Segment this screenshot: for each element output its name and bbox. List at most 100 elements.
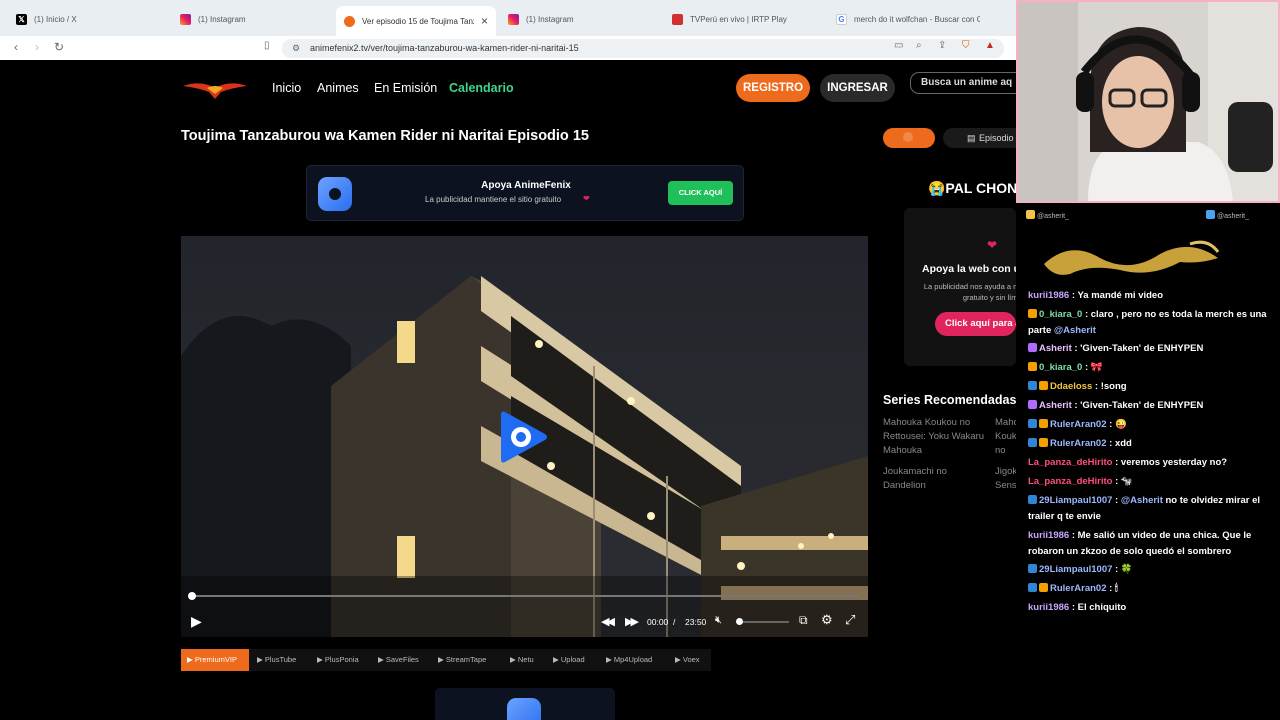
site-settings-icon[interactable]: ⚙ (292, 39, 300, 58)
server-netu[interactable]: ▶ Netu (510, 649, 534, 671)
chat-message: Asherit : 'Given-Taken' de ENHYPEN (1028, 341, 1280, 357)
server-voex[interactable]: ▶ Voex (675, 649, 700, 671)
chat-username: La_panza_deHirito (1028, 457, 1113, 468)
rewind-icon[interactable]: ◀◀ (601, 615, 615, 628)
chat-message: La_panza_deHirito : 🐄 (1028, 474, 1280, 490)
chat-username: kurii1986 (1028, 530, 1070, 541)
tab-tvperu[interactable]: TVPerú en vivo | IRTP Play (664, 6, 819, 32)
search-input[interactable]: Busca un anime aq (910, 72, 1016, 94)
chat-text: : veremos yesterday no? (1115, 457, 1228, 468)
progress-handle[interactable] (188, 592, 196, 600)
share-icon[interactable]: ⇪ (938, 40, 946, 51)
nav-calendario[interactable]: Calendario (449, 81, 514, 95)
login-button[interactable]: INGRESAR (820, 74, 895, 102)
close-icon[interactable]: × (481, 14, 488, 28)
recommended-item[interactable]: Jigoku Sensei Nube OVA (995, 465, 1016, 495)
prime-badge-icon (1028, 583, 1037, 592)
time-current: 00:00 (647, 617, 669, 627)
server-premiumvip[interactable]: ▶ PremiumVIP (181, 649, 249, 671)
support-text: La publicidad nos ayuda a mantener el si… (923, 282, 1016, 302)
instagram-icon (508, 13, 519, 25)
popout-icon[interactable]: ⧉ (799, 613, 808, 628)
zoom-icon[interactable]: ⌕ (916, 40, 922, 51)
bookmark-icon[interactable]: ▯ (264, 40, 270, 51)
server-label: PremiumVIP (194, 655, 237, 664)
prime-badge-icon (1028, 381, 1037, 390)
chat-mention: @Asherit (1053, 325, 1096, 336)
prime-badge-icon (1028, 564, 1037, 573)
recommended-item[interactable]: Mahouka Koukou no Rettousei: Yoku Wakaru… (883, 416, 991, 458)
stream-chat-overlay: @asherit_ @asherit_ kurii1986 : Ya mandé… (1016, 204, 1280, 720)
chat-username: RulerAran02 (1050, 583, 1107, 594)
tab-instagram[interactable]: (1) Instagram (172, 6, 327, 32)
chat-text: : 'Given-Taken' de ENHYPEN (1074, 400, 1204, 411)
support-button[interactable]: Click aquí para apoyar (935, 312, 1016, 336)
play-icon[interactable]: ▶ (191, 613, 202, 630)
nav-inicio[interactable]: Inicio (272, 81, 301, 95)
chat-message: RulerAran02 : xdd (1028, 436, 1280, 452)
broadcaster-badge-icon (1028, 343, 1037, 352)
brave-shield-icon[interactable]: ⛉ (962, 40, 970, 51)
heart-icon: ❤ (583, 194, 590, 203)
chat-text: : 🍀 (1115, 564, 1133, 575)
recommended-item[interactable]: Joukamachi no Dandelion (883, 465, 983, 493)
tab-x[interactable]: 𝕏 (1) Inicio / X (8, 6, 158, 32)
nav-en-emision[interactable]: En Emisión (374, 81, 437, 95)
pal-chon-heading: 😭PAL CHON (928, 180, 1016, 196)
reload-icon[interactable]: ↻ (54, 40, 64, 54)
prev-episode-button[interactable] (883, 128, 935, 148)
prime-badge-icon (1028, 438, 1037, 447)
chat-message: kurii1986 : Me salió un video de una chi… (1028, 528, 1280, 560)
broadcaster-badge-icon (1028, 400, 1037, 409)
sub-badge-icon (1039, 583, 1048, 592)
play-small-icon: ▶ (510, 655, 518, 664)
register-button[interactable]: REGISTRO (736, 74, 810, 102)
sub-badge-icon (1028, 309, 1037, 318)
server-plusponia[interactable]: ▶ PlusPonia (317, 649, 359, 671)
tab-instagram-2[interactable]: (1) Instagram (500, 6, 655, 32)
brave-rewards-icon[interactable]: ▲ (985, 40, 995, 51)
ad-click-button[interactable]: CLICK AQUÍ (668, 181, 733, 205)
play-small-icon: ▶ (317, 655, 325, 664)
video-player[interactable]: ▶ ◀◀ ▶▶ 00:00 / 23:50 🔇︎ ⧉ ⚙ ⤢ (181, 236, 868, 637)
chat-message: Asherit : 'Given-Taken' de ENHYPEN (1028, 398, 1280, 414)
play-small-icon: ▶ (378, 655, 386, 664)
browser-tab-bar: 𝕏 (1) Inicio / X (1) Instagram Ver episo… (0, 0, 1016, 36)
forward-icon[interactable]: › (35, 40, 39, 54)
server-streamtape[interactable]: ▶ StreamTape (438, 649, 486, 671)
chat-text: : El chiquito (1071, 602, 1127, 613)
sub-badge-icon (1028, 362, 1037, 371)
back-icon[interactable]: ‹ (14, 40, 18, 54)
sub-badge-icon (1039, 419, 1048, 428)
url-text: animefenix2.tv/ver/toujima-tanzaburou-wa… (310, 43, 579, 53)
server-mp4upload[interactable]: ▶ Mp4Upload (606, 649, 652, 671)
episodes-button[interactable]: ▤ Episodio (943, 128, 1016, 148)
server-savefiles[interactable]: ▶ SaveFiles (378, 649, 419, 671)
animefenix-logo[interactable] (181, 80, 249, 100)
time-total: 23:50 (685, 617, 707, 627)
server-upload[interactable]: ▶ Upload (553, 649, 585, 671)
volume-handle[interactable] (736, 618, 743, 625)
heart-icon: ❤ (987, 238, 998, 252)
tab-label: (1) Instagram (198, 14, 246, 24)
volume-slider[interactable] (737, 621, 789, 623)
settings-gear-icon[interactable]: ⚙ (821, 612, 833, 628)
server-plustube[interactable]: ▶ PlusTube (257, 649, 296, 671)
recommended-item[interactable]: Mahouka Koukou no Rettousei: Yoku Wakaru… (995, 416, 1016, 458)
tab-animefenix-active[interactable]: Ver episodio 15 de Toujima Tanz × (336, 6, 496, 36)
fullscreen-icon[interactable]: ⤢ (845, 612, 855, 628)
sub-badge-icon (1039, 438, 1048, 447)
tab-google[interactable]: G merch do it wolfchan - Buscar con G (828, 6, 988, 32)
server-label: Upload (560, 655, 585, 664)
mute-icon[interactable]: 🔇︎ (715, 614, 722, 627)
play-small-icon: ▶ (675, 655, 683, 664)
progress-bar[interactable] (191, 595, 859, 597)
webcam-overlay (1016, 0, 1280, 203)
cast-icon[interactable]: ▭ (894, 40, 903, 51)
x-logo-icon: 𝕏 (16, 13, 27, 25)
nav-animes[interactable]: Animes (317, 81, 359, 95)
chat-username: 0_kiara_0 (1039, 362, 1083, 373)
fast-forward-icon[interactable]: ▶▶ (625, 615, 639, 628)
play-small-icon: ▶ (553, 655, 561, 664)
sub-badge-icon (1039, 381, 1048, 390)
